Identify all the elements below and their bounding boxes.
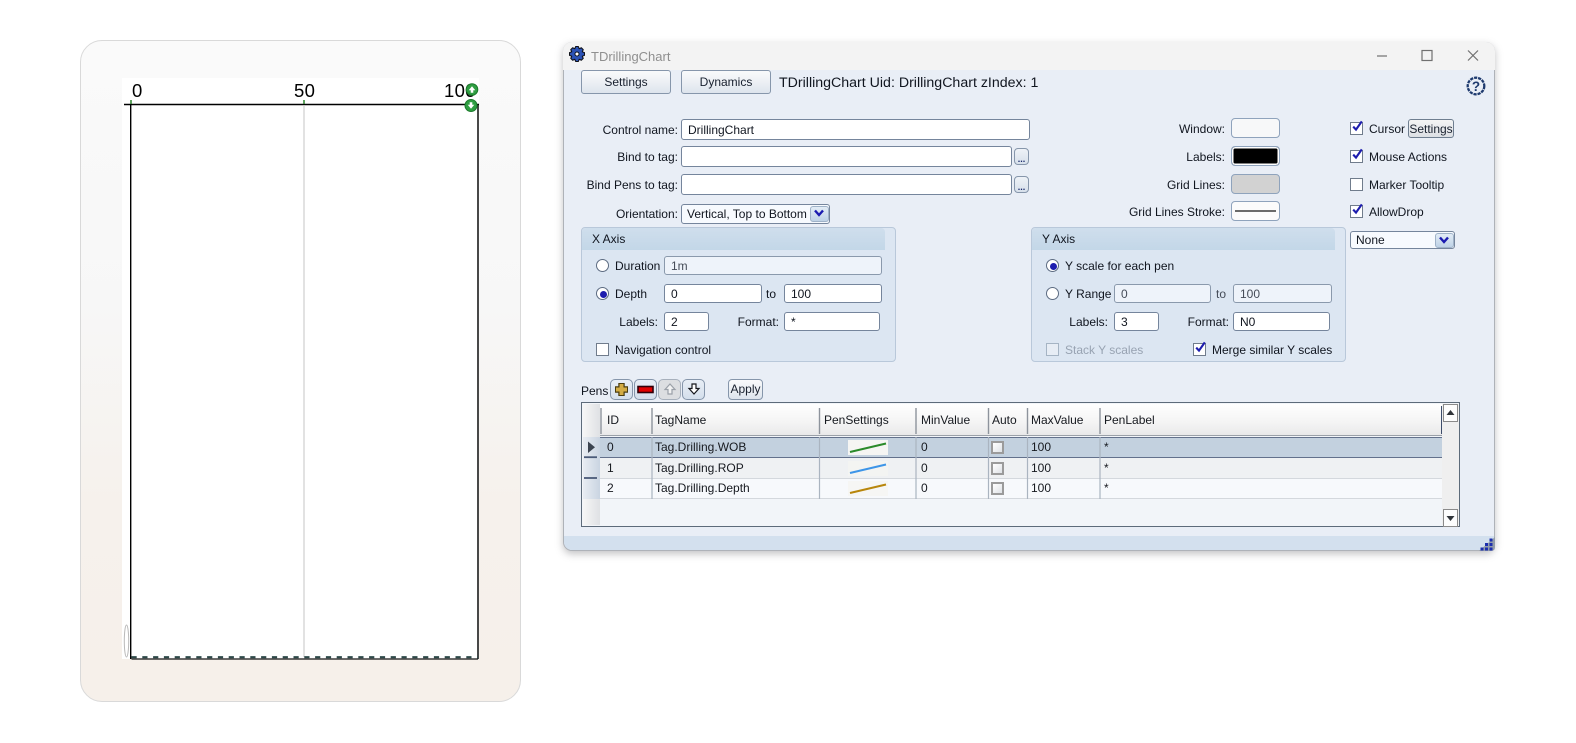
svg-text:?: ? <box>1472 79 1480 94</box>
